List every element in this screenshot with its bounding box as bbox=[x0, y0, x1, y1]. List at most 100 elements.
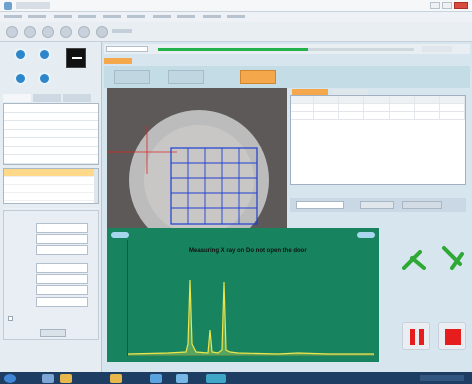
camera-icon[interactable] bbox=[14, 48, 27, 61]
list-item[interactable] bbox=[4, 177, 98, 185]
taskbar-app[interactable] bbox=[60, 374, 72, 383]
system-tray bbox=[420, 375, 464, 381]
pause-icon-bar bbox=[419, 329, 424, 345]
info-bar bbox=[104, 44, 470, 54]
export-button[interactable] bbox=[360, 201, 394, 209]
menu-item[interactable] bbox=[77, 15, 96, 18]
column-header bbox=[439, 96, 466, 104]
checkbox-label bbox=[16, 315, 19, 323]
table-row bbox=[4, 121, 98, 130]
start-button[interactable] bbox=[4, 374, 16, 383]
menu-item[interactable] bbox=[226, 15, 245, 18]
form-row bbox=[8, 315, 96, 323]
lock-icon[interactable] bbox=[38, 48, 51, 61]
tab-settings[interactable] bbox=[63, 94, 91, 102]
pause-button[interactable] bbox=[402, 322, 430, 350]
close-button[interactable] bbox=[454, 2, 468, 9]
list-item[interactable] bbox=[4, 185, 98, 193]
list-scrollbar[interactable] bbox=[94, 169, 98, 203]
table-cell bbox=[313, 111, 340, 120]
menu-item[interactable] bbox=[4, 15, 22, 18]
text-field[interactable] bbox=[36, 274, 88, 284]
results-table bbox=[290, 95, 466, 185]
list-item[interactable] bbox=[4, 169, 98, 177]
element-list bbox=[3, 168, 99, 209]
results-controls bbox=[290, 198, 466, 212]
list-item[interactable] bbox=[4, 193, 98, 201]
ok-button[interactable] bbox=[40, 329, 66, 337]
menu-item[interactable] bbox=[28, 15, 46, 18]
table-row bbox=[4, 147, 98, 155]
scroll-right-icon[interactable] bbox=[357, 232, 375, 238]
arrow-down-left-icon bbox=[402, 250, 426, 270]
grid-outline bbox=[170, 147, 258, 225]
app-logo bbox=[4, 2, 12, 10]
status-indicator bbox=[66, 48, 86, 68]
result-selector[interactable] bbox=[296, 201, 344, 209]
taskbar-app[interactable] bbox=[176, 374, 188, 383]
form-row bbox=[8, 234, 96, 244]
settings-icon[interactable] bbox=[60, 26, 72, 38]
save-icon[interactable] bbox=[42, 26, 54, 38]
measure-button[interactable] bbox=[240, 70, 276, 84]
stop-button[interactable] bbox=[438, 322, 466, 350]
test-settings-form bbox=[3, 210, 99, 340]
column-header bbox=[338, 96, 365, 104]
arrow-stroke bbox=[410, 256, 426, 270]
tab-params[interactable] bbox=[3, 94, 31, 102]
menu-item[interactable] bbox=[202, 15, 221, 18]
taskbar-app[interactable] bbox=[150, 374, 162, 383]
spectrum-plot bbox=[127, 240, 374, 356]
column-header bbox=[414, 96, 440, 104]
maximize-button[interactable] bbox=[442, 2, 452, 9]
table-row bbox=[4, 113, 98, 121]
table-row[interactable] bbox=[291, 111, 466, 120]
spectrum-panel: Measuring X ray on Do not open the door bbox=[107, 228, 379, 362]
field-label bbox=[8, 285, 11, 293]
taskbar-app[interactable] bbox=[206, 374, 226, 383]
menu-item[interactable] bbox=[103, 15, 122, 18]
new-icon[interactable] bbox=[6, 26, 18, 38]
taskbar-app[interactable] bbox=[110, 374, 122, 383]
toolbar-label bbox=[112, 29, 132, 33]
form-row bbox=[8, 297, 96, 307]
checkbox[interactable] bbox=[8, 316, 13, 321]
play-icon[interactable] bbox=[78, 26, 90, 38]
form-row bbox=[8, 245, 96, 255]
print-button[interactable] bbox=[402, 201, 442, 209]
menu-item[interactable] bbox=[177, 15, 196, 18]
date-field[interactable] bbox=[36, 234, 88, 244]
close-door-button[interactable] bbox=[438, 244, 466, 272]
list-item[interactable] bbox=[4, 201, 98, 209]
refresh-icon[interactable] bbox=[14, 72, 27, 85]
open-door-button[interactable] bbox=[400, 244, 428, 272]
description-field[interactable] bbox=[36, 297, 88, 307]
text-field[interactable] bbox=[36, 223, 88, 233]
field-label bbox=[8, 245, 11, 253]
table-row[interactable] bbox=[291, 103, 466, 112]
table-row bbox=[4, 104, 98, 113]
form-row bbox=[8, 285, 96, 295]
tab-measure[interactable] bbox=[104, 58, 132, 64]
lock-icon[interactable] bbox=[38, 72, 51, 85]
minimize-button[interactable] bbox=[430, 2, 440, 9]
scroll-left-icon[interactable] bbox=[111, 232, 129, 238]
menu-item[interactable] bbox=[153, 15, 172, 18]
analyze-button[interactable] bbox=[168, 70, 204, 84]
taskbar-app[interactable] bbox=[42, 374, 54, 383]
tab-spectrum[interactable] bbox=[33, 94, 61, 102]
menu-item[interactable] bbox=[53, 15, 72, 18]
text-field[interactable] bbox=[36, 263, 88, 273]
sample-field[interactable] bbox=[106, 46, 148, 52]
menu-item[interactable] bbox=[127, 15, 146, 18]
stop-icon[interactable] bbox=[96, 26, 108, 38]
open-icon[interactable] bbox=[24, 26, 36, 38]
text-field[interactable] bbox=[36, 245, 88, 255]
table-cell bbox=[414, 103, 440, 112]
form-row bbox=[8, 274, 96, 284]
text-field[interactable] bbox=[36, 285, 88, 295]
camera-view[interactable] bbox=[107, 88, 287, 228]
calibrate-button[interactable] bbox=[114, 70, 150, 84]
spectrum-svg bbox=[127, 279, 374, 356]
table-cell bbox=[439, 111, 466, 120]
